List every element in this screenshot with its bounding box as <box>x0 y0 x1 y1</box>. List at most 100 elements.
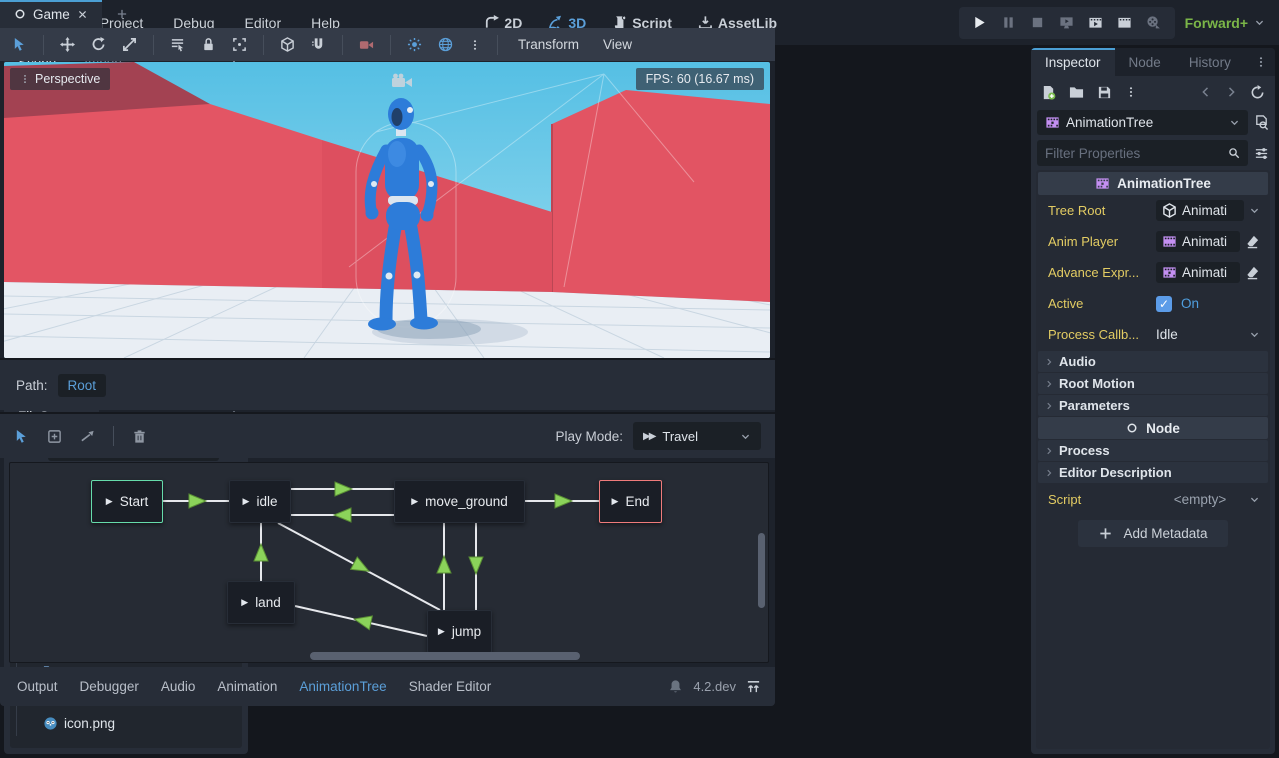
statemachine-toolbar: Play Mode: ▶▶ Travel <box>0 412 775 458</box>
resource-picker[interactable]: Animati <box>1156 231 1240 252</box>
chevron-down-icon[interactable] <box>1249 329 1260 340</box>
node-section-header[interactable]: Node <box>1038 417 1268 439</box>
sm-create-node-icon[interactable] <box>47 429 62 444</box>
graph-vscrollbar[interactable] <box>758 533 765 608</box>
bottom-tab-output[interactable]: Output <box>6 679 69 694</box>
camera-preview-icon[interactable] <box>359 37 374 52</box>
group-icon[interactable] <box>232 37 247 52</box>
bottom-tab-shader-editor[interactable]: Shader Editor <box>398 679 503 694</box>
section-audio[interactable]: Audio <box>1038 351 1268 372</box>
property-row-active[interactable]: Active✓ On <box>1036 288 1270 319</box>
play-custom-scene-button[interactable] <box>1114 12 1136 34</box>
save-resource-icon[interactable] <box>1097 85 1112 100</box>
open-docs-icon[interactable] <box>1254 115 1269 130</box>
viewport-menu-icon[interactable] <box>469 39 481 51</box>
section-root-motion[interactable]: Root Motion <box>1038 373 1268 394</box>
close-icon[interactable] <box>77 9 88 20</box>
view-menu[interactable]: View <box>599 37 636 52</box>
tab-history[interactable]: History <box>1175 48 1245 76</box>
load-resource-icon[interactable] <box>1069 85 1084 100</box>
active-checkbox[interactable]: ✓ <box>1156 296 1172 312</box>
select-tool-icon[interactable] <box>12 37 27 52</box>
new-scene-tab-button[interactable] <box>102 0 142 28</box>
resource-menu-icon[interactable] <box>1125 86 1137 98</box>
expand-bottom-panel-icon[interactable] <box>746 679 761 694</box>
chevron-down-icon <box>1229 117 1240 128</box>
bottom-tab-debugger[interactable]: Debugger <box>69 679 150 694</box>
chevron-down-icon[interactable] <box>1249 205 1260 216</box>
resource-picker[interactable]: Animati <box>1156 200 1244 221</box>
resource-picker[interactable]: Animati <box>1156 262 1240 283</box>
sm-delete-icon[interactable] <box>132 429 147 444</box>
object-history-icon[interactable] <box>1250 85 1265 100</box>
scale-tool-icon[interactable] <box>122 37 137 52</box>
lock-icon[interactable] <box>201 37 216 52</box>
pause-button[interactable] <box>998 12 1020 34</box>
notifications-bell-icon[interactable] <box>668 679 683 694</box>
play-state-icon[interactable]: ▶ <box>241 597 248 608</box>
rotate-tool-icon[interactable] <box>91 37 106 52</box>
remote-debug-button[interactable] <box>1056 12 1078 34</box>
bottom-tabs: OutputDebuggerAudioAnimationAnimationTre… <box>6 679 502 694</box>
graph-hscrollbar[interactable] <box>310 652 580 660</box>
bottom-tab-animation[interactable]: Animation <box>206 679 288 694</box>
renderer-dropdown[interactable]: Forward+ <box>1185 15 1269 31</box>
state-node-start[interactable]: ▶Start <box>91 480 163 523</box>
bottom-tab-audio[interactable]: Audio <box>150 679 207 694</box>
property-row-treeroot[interactable]: Tree RootAnimati <box>1036 195 1270 226</box>
clear-icon[interactable] <box>1245 234 1260 249</box>
viewport-3d[interactable]: Perspective FPS: 60 (16.67 ms) <box>4 62 770 358</box>
property-value: Idle <box>1156 327 1260 342</box>
bottom-panel-bar: OutputDebuggerAudioAnimationAnimationTre… <box>0 667 775 706</box>
state-node-jump[interactable]: ▶jump <box>427 610 492 653</box>
movie-maker-button[interactable] <box>1143 12 1165 34</box>
play-mode-dropdown[interactable]: ▶▶ Travel <box>633 422 761 450</box>
tab-inspector[interactable]: Inspector <box>1031 48 1115 76</box>
section-process[interactable]: Process <box>1038 440 1268 461</box>
scene-tab-game[interactable]: Game <box>0 0 102 28</box>
property-row-advanceexpr[interactable]: Advance Expr...Animati <box>1036 257 1270 288</box>
state-node-land[interactable]: ▶land <box>227 581 295 624</box>
add-metadata-button[interactable]: Add Metadata <box>1078 520 1228 547</box>
snap-magnet-icon[interactable] <box>311 37 326 52</box>
ruler-mode-icon[interactable] <box>280 37 295 52</box>
play-button[interactable] <box>969 12 991 34</box>
section-parameters[interactable]: Parameters <box>1038 395 1268 416</box>
path-label: Path: <box>16 378 48 393</box>
play-state-icon[interactable]: ▶ <box>106 496 113 507</box>
property-row-animplayer[interactable]: Anim PlayerAnimati <box>1036 226 1270 257</box>
transform-menu[interactable]: Transform <box>514 37 583 52</box>
play-state-icon[interactable]: ▶ <box>243 496 250 507</box>
new-resource-icon[interactable] <box>1041 85 1056 100</box>
path-root-button[interactable]: Root <box>58 374 107 397</box>
play-state-icon[interactable]: ▶ <box>438 626 445 637</box>
history-forward-icon[interactable] <box>1225 86 1237 98</box>
move-tool-icon[interactable] <box>60 37 75 52</box>
script-property-row[interactable]: Script <empty> <box>1036 484 1270 514</box>
play-state-icon[interactable]: ▶ <box>612 496 619 507</box>
section-editor-description[interactable]: Editor Description <box>1038 462 1268 483</box>
statemachine-graph[interactable]: ▶Start ▶idle ▶move_ground ▶End ▶land ▶jump <box>9 462 769 663</box>
dock-menu-icon[interactable] <box>1247 48 1275 76</box>
perspective-dropdown[interactable]: Perspective <box>10 68 110 90</box>
history-back-icon[interactable] <box>1200 86 1212 98</box>
bottom-tab-animationtree[interactable]: AnimationTree <box>288 679 397 694</box>
property-tools-icon[interactable] <box>1254 146 1269 161</box>
clear-icon[interactable] <box>1245 265 1260 280</box>
list-select-icon[interactable] <box>170 37 185 52</box>
fs-tree-row-iconpng[interactable]: icon.png <box>10 710 242 736</box>
stop-button[interactable] <box>1027 12 1049 34</box>
edited-object-dropdown[interactable]: AnimationTree <box>1037 110 1248 135</box>
play-state-icon[interactable]: ▶ <box>411 496 418 507</box>
sm-connect-node-icon[interactable] <box>80 429 95 444</box>
filter-properties-input[interactable]: Filter Properties <box>1037 140 1248 166</box>
environment-icon[interactable] <box>438 37 453 52</box>
sun-icon[interactable] <box>407 37 422 52</box>
tab-node[interactable]: Node <box>1115 48 1175 76</box>
sm-select-tool-icon[interactable] <box>14 429 29 444</box>
state-node-idle[interactable]: ▶idle <box>229 480 291 523</box>
play-scene-button[interactable] <box>1085 12 1107 34</box>
state-node-move_ground[interactable]: ▶move_ground <box>394 480 525 523</box>
property-row-processcallb[interactable]: Process Callb...Idle <box>1036 319 1270 350</box>
state-node-end[interactable]: ▶End <box>599 480 662 523</box>
